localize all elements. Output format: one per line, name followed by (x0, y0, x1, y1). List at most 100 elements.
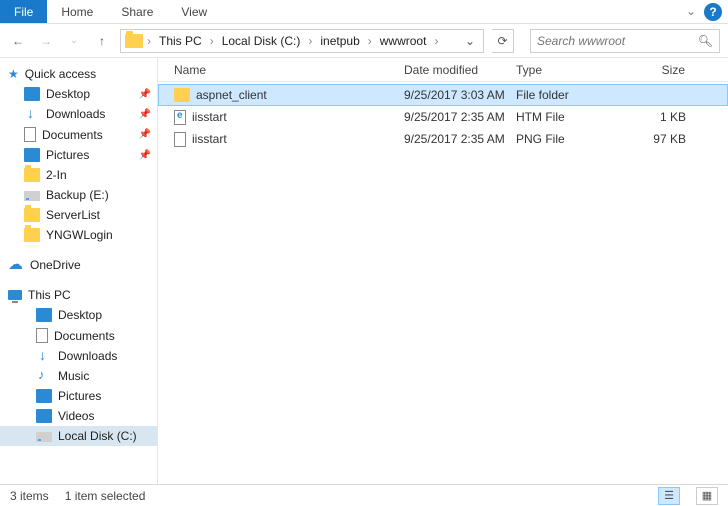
up-button[interactable]: ↑ (92, 31, 112, 51)
star-icon: ★ (8, 67, 19, 81)
folder-icon (125, 34, 143, 48)
view-large-icons-button[interactable]: ▦ (696, 487, 718, 505)
chevron-right-icon[interactable]: › (366, 34, 374, 48)
search-input[interactable] (537, 34, 698, 48)
sidebar-item-label: YNGWLogin (46, 228, 113, 242)
view-details-button[interactable]: ☰ (658, 487, 680, 505)
file-row[interactable]: aspnet_client9/25/2017 3:03 AMFile folde… (158, 84, 728, 106)
chevron-right-icon[interactable]: › (208, 34, 216, 48)
sidebar-item-pictures[interactable]: Pictures 📌 (0, 145, 157, 165)
pictures-icon (36, 389, 52, 403)
search-icon[interactable]: 🔍︎ (698, 34, 713, 48)
sidebar-item-label: Videos (58, 409, 94, 423)
breadcrumb-local-disk[interactable]: Local Disk (C:) (218, 34, 305, 48)
sidebar-item-label: OneDrive (30, 258, 81, 272)
drive-icon (24, 191, 40, 201)
onedrive-icon (8, 258, 24, 272)
sidebar-onedrive[interactable]: OneDrive (0, 255, 157, 275)
downloads-icon (24, 107, 40, 121)
sidebar-item-serverlist[interactable]: ServerList (0, 205, 157, 225)
sidebar-item-pc-desktop[interactable]: Desktop (0, 305, 157, 325)
sidebar-item-label: Pictures (46, 148, 89, 162)
music-icon (36, 369, 52, 383)
sidebar-item-pc-videos[interactable]: Videos (0, 406, 157, 426)
pin-icon: 📌 (139, 109, 151, 120)
column-size[interactable]: Size (622, 63, 692, 77)
search-box[interactable]: 🔍︎ (530, 29, 720, 53)
recent-dropdown-icon[interactable]: ⌄ (64, 31, 84, 51)
navbar: ← → ⌄ ↑ › This PC › Local Disk (C:) › in… (0, 24, 728, 58)
sidebar-item-2in[interactable]: 2-In (0, 165, 157, 185)
png-icon (174, 132, 186, 147)
breadcrumb-this-pc[interactable]: This PC (155, 34, 206, 48)
sidebar-item-label: Desktop (46, 87, 90, 101)
help-icon[interactable]: ? (704, 3, 722, 21)
sidebar-this-pc[interactable]: This PC (0, 285, 157, 305)
pin-icon: 📌 (139, 129, 151, 140)
downloads-icon (36, 349, 52, 363)
file-name: iisstart (192, 132, 227, 146)
column-headers: Name Date modified Type Size (158, 58, 728, 82)
status-item-count: 3 items (10, 489, 49, 503)
chevron-right-icon[interactable]: › (145, 34, 153, 48)
sidebar-item-backup[interactable]: Backup (E:) (0, 185, 157, 205)
breadcrumb-wwwroot[interactable]: wwwroot (376, 34, 431, 48)
sidebar-item-pc-localdisk[interactable]: Local Disk (C:) (0, 426, 157, 446)
ribbon-expand-icon[interactable]: ⌄ (678, 0, 704, 23)
file-row[interactable]: iisstart 9/25/2017 2:35 AMPNG File97 KB (158, 128, 728, 150)
sidebar-item-yngwlogin[interactable]: YNGWLogin (0, 225, 157, 245)
sidebar-item-documents[interactable]: Documents 📌 (0, 124, 157, 145)
sidebar-item-pc-pictures[interactable]: Pictures (0, 386, 157, 406)
sidebar-item-label: Music (58, 369, 89, 383)
column-type[interactable]: Type (510, 63, 622, 77)
folder-icon (24, 168, 40, 182)
file-date: 9/25/2017 2:35 AM (398, 132, 510, 146)
back-button[interactable]: ← (8, 31, 28, 51)
sidebar-item-pc-downloads[interactable]: Downloads (0, 346, 157, 366)
sidebar-quick-access[interactable]: ★ Quick access (0, 64, 157, 84)
file-row[interactable]: iisstart9/25/2017 2:35 AMHTM File1 KB (158, 106, 728, 128)
sidebar-item-pc-documents[interactable]: Documents (0, 325, 157, 346)
column-date[interactable]: Date modified (398, 63, 510, 77)
tab-view[interactable]: View (167, 0, 221, 23)
sidebar-item-pc-music[interactable]: Music (0, 366, 157, 386)
chevron-right-icon[interactable]: › (432, 34, 440, 48)
forward-button[interactable]: → (36, 31, 56, 51)
sidebar-item-downloads[interactable]: Downloads 📌 (0, 104, 157, 124)
sidebar-item-label: This PC (28, 288, 71, 302)
address-bar[interactable]: › This PC › Local Disk (C:) › inetpub › … (120, 29, 484, 53)
breadcrumb-inetpub[interactable]: inetpub (316, 34, 363, 48)
sidebar-item-label: Pictures (58, 389, 101, 403)
sidebar-item-label: Documents (42, 128, 103, 142)
desktop-icon (36, 308, 52, 322)
sidebar-item-label: Local Disk (C:) (58, 429, 137, 443)
file-size: 97 KB (622, 132, 692, 146)
column-name[interactable]: Name (168, 63, 398, 77)
sidebar-item-label: Documents (54, 329, 115, 343)
sidebar-item-label: ServerList (46, 208, 100, 222)
file-date: 9/25/2017 3:03 AM (398, 88, 510, 102)
drive-icon (36, 432, 52, 442)
file-name: iisstart (192, 110, 227, 124)
sidebar-item-label: 2-In (46, 168, 67, 182)
video-icon (36, 409, 52, 423)
status-selected-count: 1 item selected (65, 489, 146, 503)
tab-share[interactable]: Share (107, 0, 167, 23)
tab-home[interactable]: Home (47, 0, 107, 23)
refresh-button[interactable]: ⟳ (492, 29, 514, 53)
address-dropdown-icon[interactable]: ⌄ (461, 34, 479, 48)
folder-icon (24, 208, 40, 222)
sidebar-item-label: Downloads (46, 107, 105, 121)
file-type: PNG File (510, 132, 622, 146)
sidebar-item-label: Backup (E:) (46, 188, 109, 202)
sidebar-item-label: Quick access (25, 67, 96, 81)
sidebar-item-label: Downloads (58, 349, 117, 363)
pictures-icon (24, 148, 40, 162)
chevron-right-icon[interactable]: › (306, 34, 314, 48)
sidebar-item-label: Desktop (58, 308, 102, 322)
status-bar: 3 items 1 item selected ☰ ▦ (0, 484, 728, 506)
tab-file[interactable]: File (0, 0, 47, 23)
sidebar-item-desktop[interactable]: Desktop 📌 (0, 84, 157, 104)
file-list: Name Date modified Type Size aspnet_clie… (158, 58, 728, 484)
file-name: aspnet_client (196, 88, 267, 102)
